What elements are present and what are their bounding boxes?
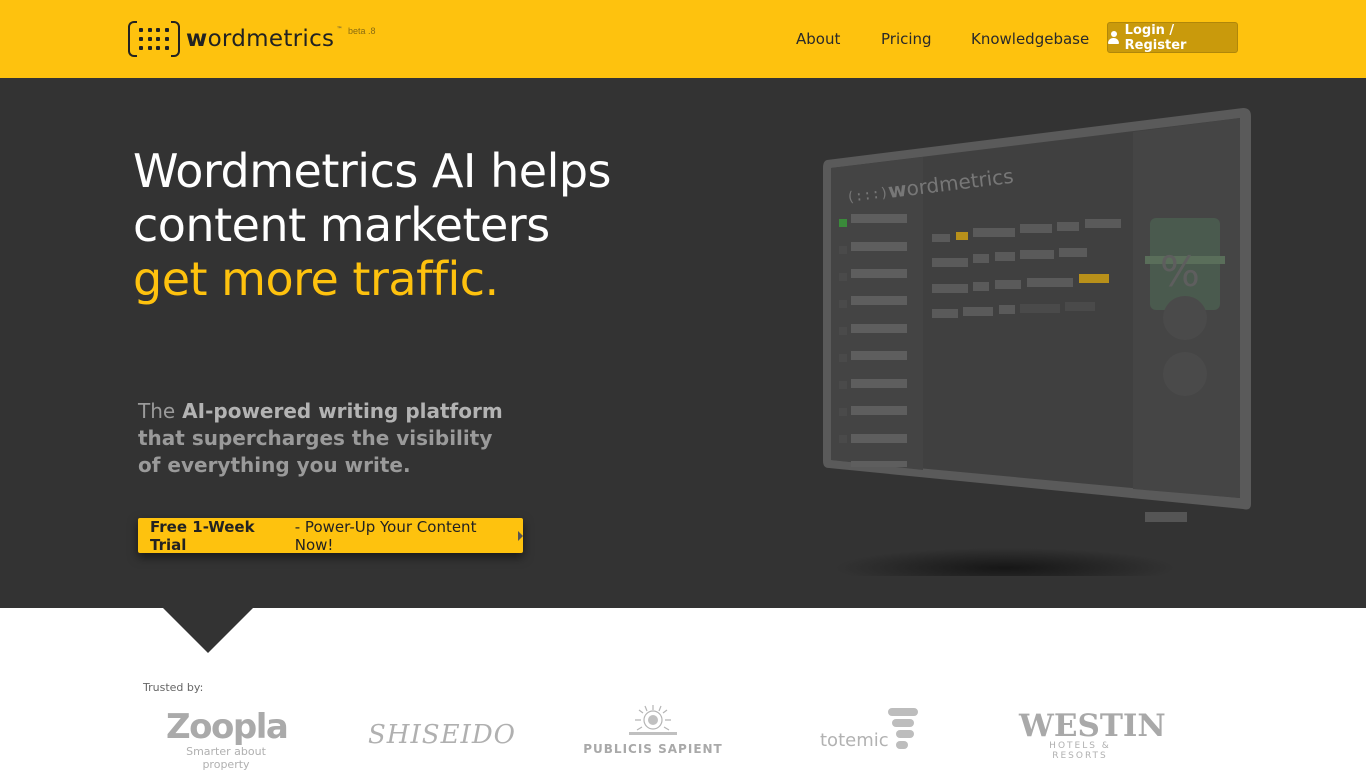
mockup-shadow xyxy=(835,548,1175,576)
beta-version-label: beta .8 xyxy=(348,26,376,36)
nav-knowledgebase-link[interactable]: Knowledgebase xyxy=(971,30,1089,48)
svg-text:%: % xyxy=(1160,247,1200,296)
wordmetrics-logo[interactable]: wordmetrics ™ xyxy=(128,20,343,58)
trusted-by-label: Trusted by: xyxy=(143,681,204,694)
free-trial-cta-button[interactable]: Free 1-Week Trial - Power-Up Your Conten… xyxy=(138,517,523,554)
logo-mark-icon xyxy=(128,21,180,57)
top-header: wordmetrics ™ beta .8 About Pricing Knowl… xyxy=(0,0,1366,78)
totemic-logo: totemic xyxy=(820,706,924,752)
nav-about-link[interactable]: About xyxy=(796,30,840,48)
cta-text: - Power-Up Your Content Now! xyxy=(294,517,477,554)
publicis-sapient-logo: PUBLICIS SAPIENT xyxy=(580,702,726,756)
zoopla-logo: Zoopla Smarter about property xyxy=(166,707,289,771)
product-screen-mockup: (:::) wordmetrics % xyxy=(823,108,1251,576)
westin-logo: WESTIN HOTELS & RESORTS xyxy=(1019,708,1166,762)
hero-title-line2: content marketers xyxy=(133,198,550,252)
logo-text: wordmetrics ™ xyxy=(186,26,343,52)
totemic-stack-icon xyxy=(888,708,918,749)
shiseido-logo: SHISEIDO xyxy=(368,720,516,750)
login-register-button[interactable]: Login / Register xyxy=(1107,22,1238,53)
cta-bold-text: Free 1-Week Trial xyxy=(150,517,255,554)
user-icon xyxy=(1108,31,1119,44)
hero-title-highlight: get more traffic. xyxy=(133,252,499,306)
hero-pointer-triangle xyxy=(163,608,253,653)
hero-title: Wordmetrics AI helps content marketers g… xyxy=(133,144,693,306)
hero-section: Wordmetrics AI helps content marketers g… xyxy=(0,78,1366,608)
mockup-sidebar xyxy=(831,157,923,470)
login-register-label: Login / Register xyxy=(1124,22,1187,53)
hero-subtitle: The AI-powered writing platform that sup… xyxy=(138,399,503,477)
nav-pricing-link[interactable]: Pricing xyxy=(881,30,932,48)
publicis-lion-icon xyxy=(629,705,677,735)
hero-title-line1: Wordmetrics AI helps xyxy=(133,144,612,198)
caret-right-icon xyxy=(518,530,523,541)
